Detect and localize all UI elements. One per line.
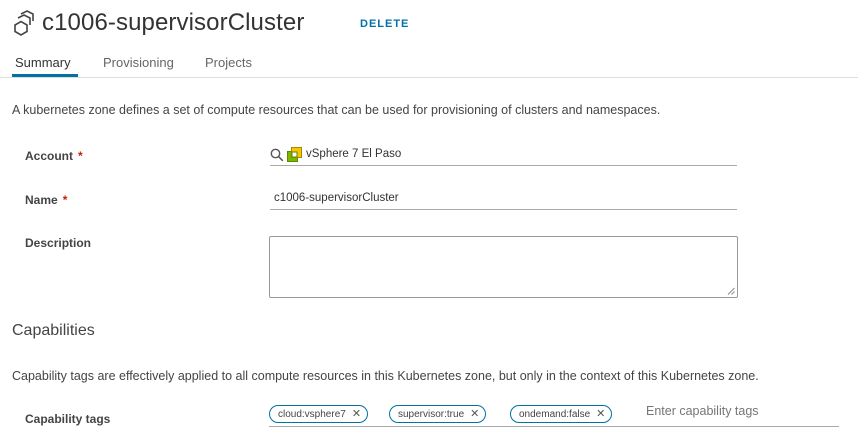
capabilities-heading: Capabilities (12, 322, 95, 339)
required-marker: * (78, 149, 83, 163)
capability-tags-input[interactable] (646, 404, 826, 418)
vsphere-icon (287, 147, 302, 162)
tab-summary[interactable]: Summary (15, 55, 71, 70)
resize-handle-icon[interactable] (727, 287, 735, 295)
required-marker: * (62, 193, 68, 207)
tab-provisioning[interactable]: Provisioning (103, 55, 174, 70)
name-field[interactable]: c1006-supervisorCluster (270, 187, 737, 210)
zone-description-text: A kubernetes zone defines a set of compu… (12, 103, 661, 117)
name-label: Name * (25, 193, 68, 207)
description-textarea[interactable] (269, 236, 738, 298)
capability-tag: cloud:vsphere7 ✕ (269, 405, 369, 423)
page-title: c1006-supervisorCluster (42, 9, 305, 36)
search-icon[interactable] (270, 148, 284, 162)
capability-tags-label: Capability tags (25, 412, 111, 426)
capability-tag: ondemand:false ✕ (510, 405, 613, 423)
remove-tag-icon[interactable]: ✕ (352, 408, 361, 420)
account-field[interactable]: vSphere 7 El Paso (270, 143, 737, 166)
account-label: Account * (25, 149, 83, 163)
description-label: Description (25, 236, 92, 250)
capabilities-description: Capability tags are effectively applied … (12, 369, 759, 383)
tab-projects[interactable]: Projects (205, 55, 252, 70)
remove-tag-icon[interactable]: ✕ (596, 408, 605, 420)
remove-tag-icon[interactable]: ✕ (470, 408, 479, 420)
active-tab-indicator (12, 74, 78, 77)
account-value: vSphere 7 El Paso (306, 148, 402, 160)
kubernetes-zone-icon (14, 10, 34, 36)
delete-button[interactable]: DELETE (360, 18, 409, 30)
tab-divider (0, 77, 858, 78)
name-value: c1006-supervisorCluster (274, 192, 399, 204)
capability-tag: supervisor:true ✕ (389, 405, 487, 423)
capability-tags-field[interactable]: cloud:vsphere7 ✕ supervisor:true ✕ ondeman… (269, 404, 839, 427)
